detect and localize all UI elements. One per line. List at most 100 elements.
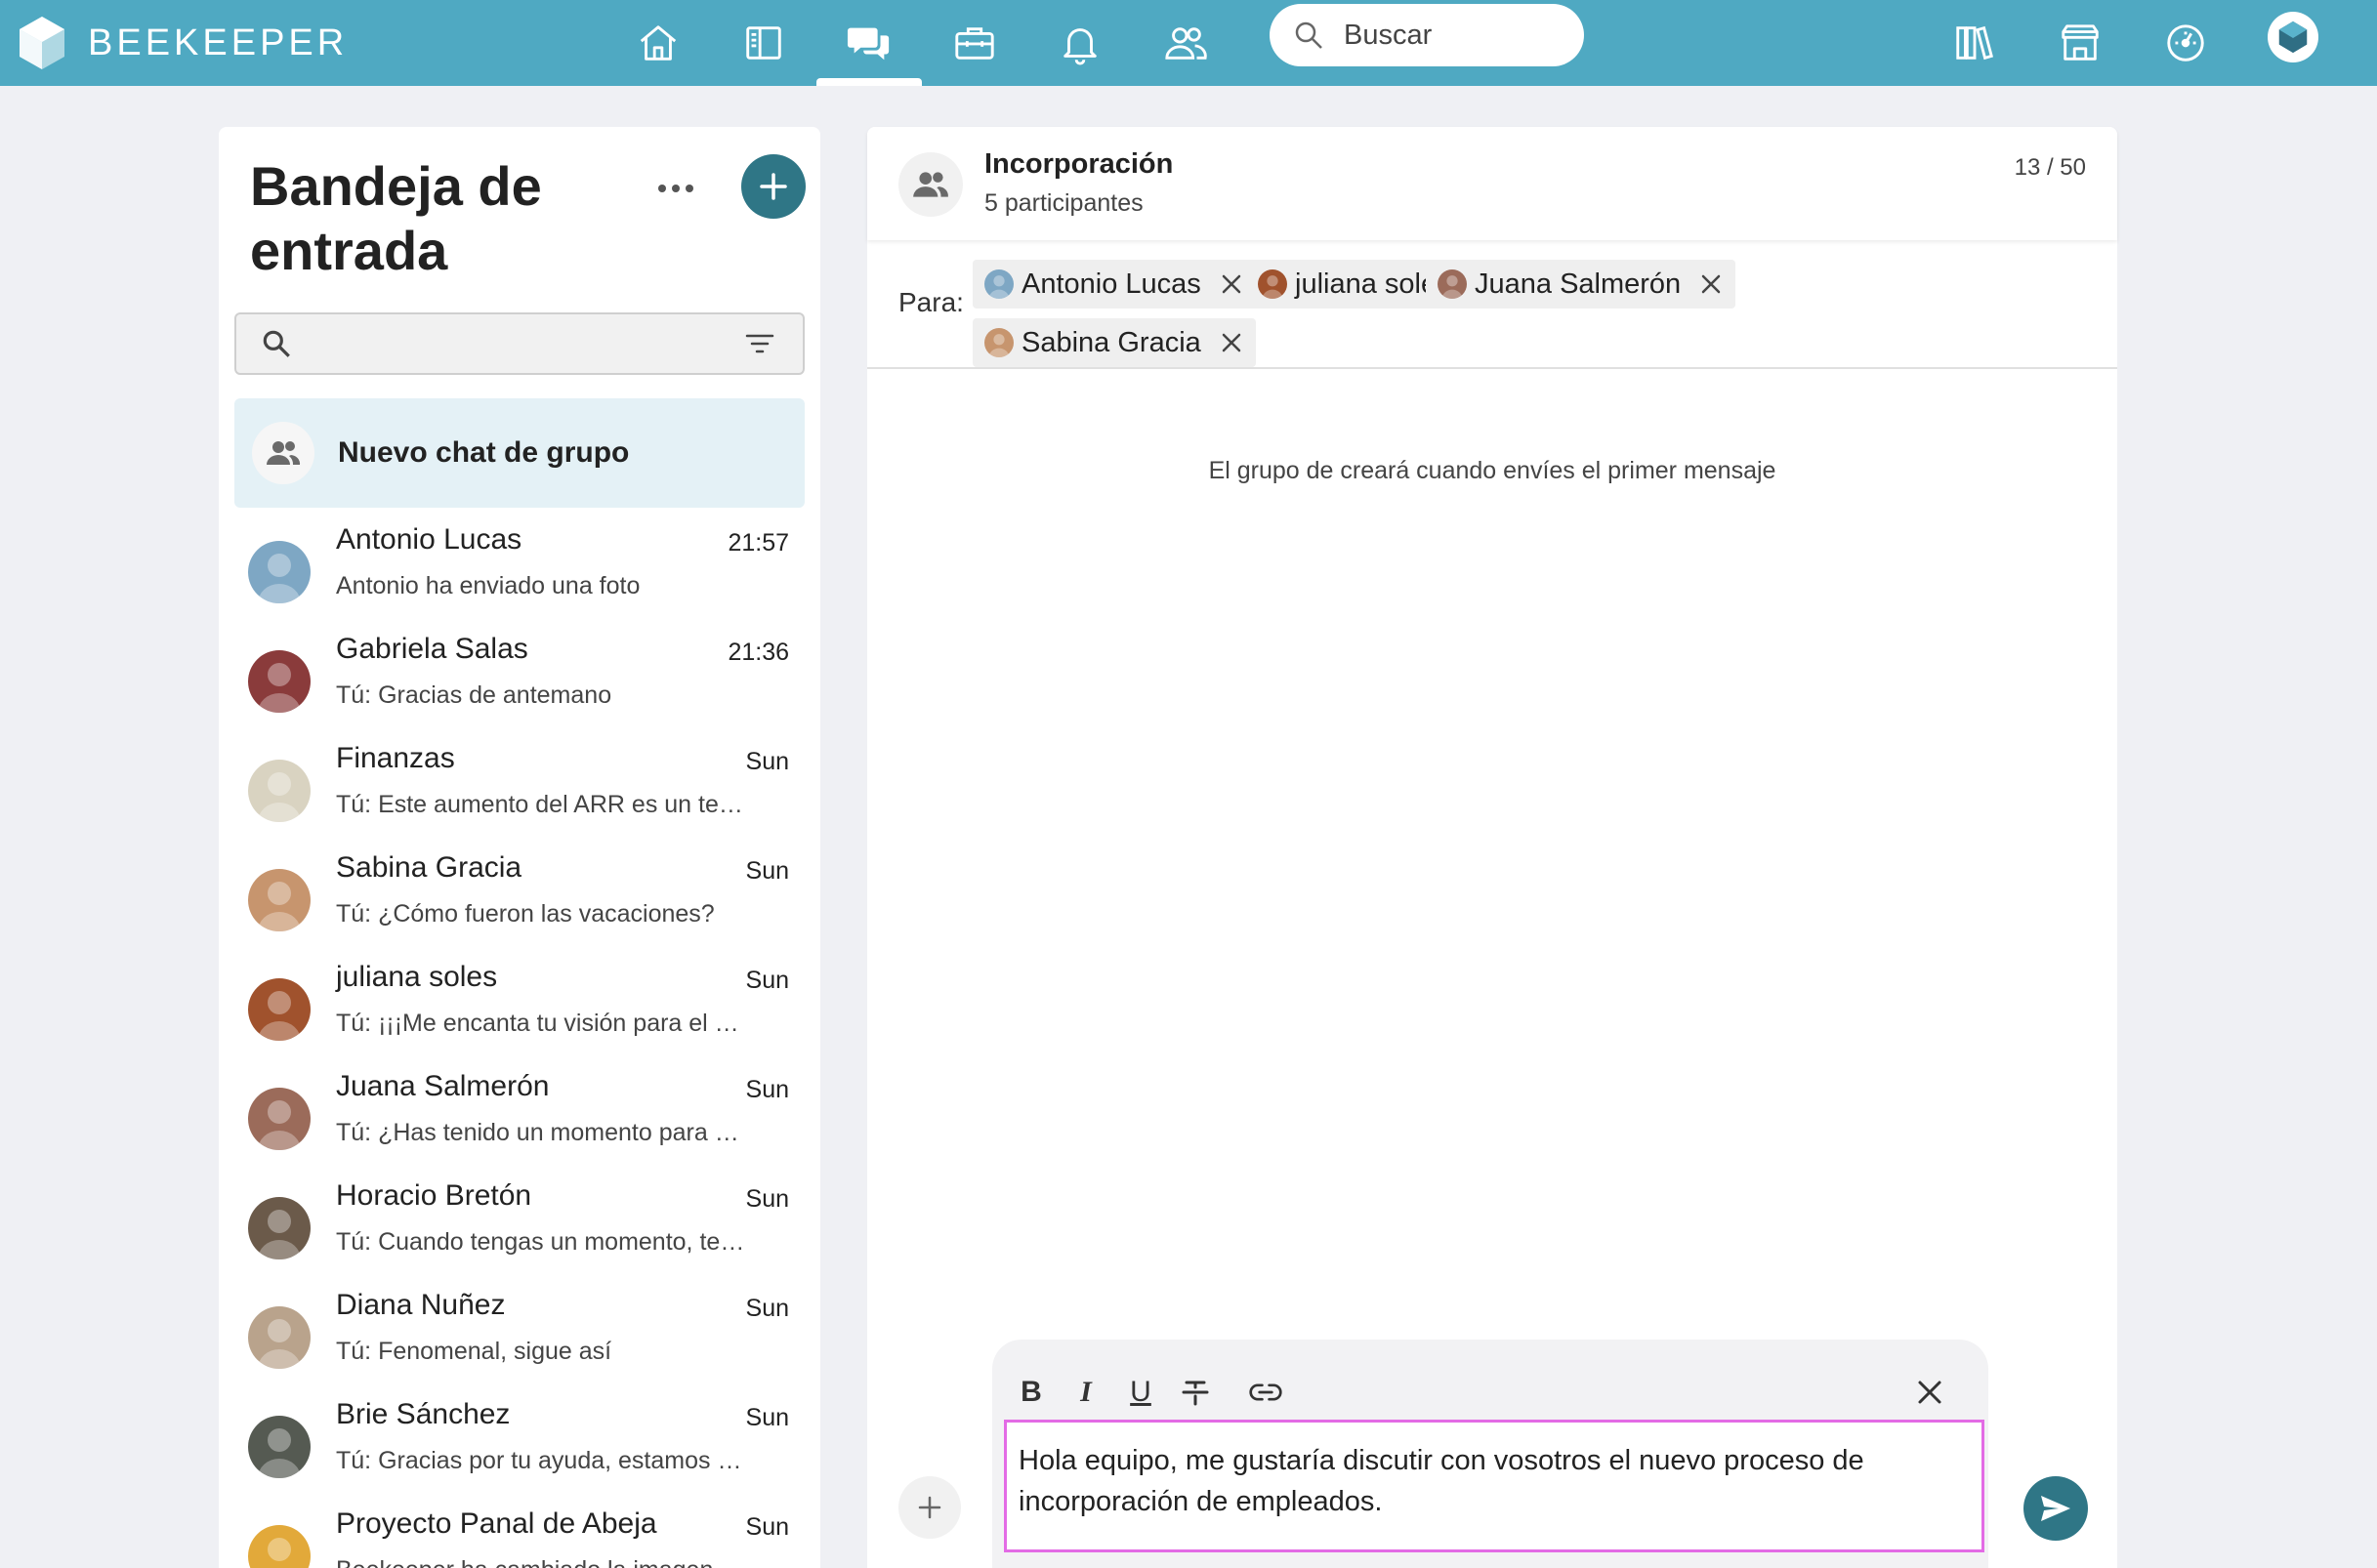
chat-preview: Tú: Gracias por tu ayuda, estamos en con… — [336, 1447, 746, 1474]
recipient-chip[interactable]: Juana Salmerón — [1426, 260, 1736, 309]
dashboard-icon[interactable] — [2156, 14, 2215, 72]
avatar — [248, 1197, 311, 1259]
plus-icon — [760, 173, 787, 200]
chat-list-item[interactable]: Antonio Lucas 21:57 Antonio ha enviado una… — [234, 516, 805, 625]
participant-count: 5 participantes — [984, 189, 1144, 217]
chat-name: Brie Sánchez — [336, 1398, 511, 1430]
stream-icon[interactable] — [734, 14, 793, 72]
chat-preview: Tú: ¿Has tenido un momento para revisar — [336, 1119, 746, 1146]
chat-name: Finanzas — [336, 742, 455, 774]
avatar — [248, 1525, 311, 1568]
italic-button[interactable]: I — [1066, 1373, 1105, 1412]
recipient-name: Juana Salmerón — [1475, 268, 1682, 300]
global-search[interactable] — [1270, 4, 1584, 66]
group-creation-info: El grupo de creará cuando envíes el prim… — [1208, 457, 1776, 484]
strikethrough-button[interactable] — [1176, 1373, 1215, 1412]
chat-name: Horacio Bretón — [336, 1179, 532, 1212]
people-icon[interactable] — [1156, 14, 1215, 72]
chat-time: 21:36 — [728, 639, 789, 666]
conversation-panel: Incorporación 5 participantes 13 / 50 Pa… — [867, 127, 2117, 1568]
chat-search-input[interactable] — [307, 328, 742, 359]
chat-preview: Tú: Fenomenal, sigue así — [336, 1338, 612, 1365]
close-icon — [1918, 1381, 1941, 1404]
conversation-header: Incorporación 5 participantes 13 / 50 — [867, 127, 2117, 240]
chat-preview: Tú: Este aumento del ARR es un testimoni… — [336, 791, 746, 818]
chat-list-item[interactable]: Proyecto Panal de Abeja Sun Beekeeper ha c… — [234, 1500, 805, 1568]
send-button[interactable] — [2023, 1476, 2088, 1541]
avatar — [248, 1306, 311, 1369]
search-icon — [263, 330, 290, 357]
chat-list-item[interactable]: Diana Nuñez Sun Tú: Fenomenal, sigue así — [234, 1281, 805, 1390]
recipients-row: Para: Antonio Lucas juliana soles Juana Sa… — [867, 240, 2117, 369]
send-icon — [2041, 1496, 2070, 1521]
remove-recipient-icon[interactable] — [1698, 271, 1724, 297]
chat-preview: Antonio ha enviado una foto — [336, 572, 641, 599]
title-char-counter: 13 / 50 — [2014, 154, 2086, 181]
group-icon — [898, 152, 963, 217]
group-icon — [252, 422, 314, 484]
remove-recipient-icon[interactable] — [1219, 271, 1244, 297]
chat-list-item[interactable]: Horacio Bretón Sun Tú: Cuando tengas un mo… — [234, 1172, 805, 1281]
chat-time: 21:57 — [728, 529, 789, 557]
avatar — [248, 1416, 311, 1478]
chat-name: Gabriela Salas — [336, 633, 528, 665]
tools-icon[interactable] — [945, 14, 1004, 72]
new-chat-button[interactable] — [741, 154, 806, 219]
avatar — [1258, 269, 1287, 299]
avatar — [248, 978, 311, 1041]
global-search-input[interactable] — [1344, 19, 1559, 52]
chat-search[interactable] — [234, 312, 805, 375]
chat-time: Sun — [745, 1404, 789, 1431]
recipient-chip[interactable]: Sabina Gracia — [973, 318, 1256, 367]
avatar — [248, 869, 311, 931]
avatar — [248, 650, 311, 713]
chat-name: juliana soles — [336, 961, 498, 993]
chat-name: Antonio Lucas — [336, 523, 522, 556]
chat-time: Sun — [745, 1295, 789, 1322]
chat-list-item[interactable]: Brie Sánchez Sun Tú: Gracias por tu ayuda,… — [234, 1390, 805, 1500]
home-icon[interactable] — [629, 14, 688, 72]
library-icon[interactable] — [1945, 14, 2004, 72]
chat-list-item[interactable]: Finanzas Sun Tú: Este aumento del ARR es u… — [234, 734, 805, 844]
chat-list-item[interactable]: juliana soles Sun Tú: ¡¡¡Me encanta tu vis… — [234, 953, 805, 1062]
chat-time: Sun — [745, 748, 789, 775]
chat-preview: Tú: Gracias de antemano — [336, 681, 612, 709]
chat-time: Sun — [745, 1076, 789, 1103]
bold-button[interactable]: B — [1012, 1373, 1051, 1412]
app-logo[interactable]: BEEKEEPER — [18, 8, 348, 78]
chat-preview: Tú: ¡¡¡Me encanta tu visión para el proy… — [336, 1010, 746, 1037]
notifications-icon[interactable] — [1051, 14, 1109, 72]
new-group-chat-label: Nuevo chat de grupo — [338, 436, 630, 469]
filter-icon[interactable] — [742, 326, 777, 361]
inbox-title: Bandeja de entrada — [250, 155, 542, 281]
chat-preview: Tú: ¿Cómo fueron las vacaciones? — [336, 900, 715, 928]
close-formatting-button[interactable] — [1910, 1373, 1949, 1412]
chat-preview: Tú: Cuando tengas un momento, te agradec… — [336, 1228, 746, 1256]
avatar — [1438, 269, 1467, 299]
chat-list-item[interactable]: Sabina Gracia Sun Tú: ¿Cómo fueron las vac… — [234, 844, 805, 953]
chat-list-item[interactable]: Gabriela Salas 21:36 Tú: Gracias de antema… — [234, 625, 805, 734]
recipient-name: Antonio Lucas — [1022, 268, 1201, 300]
link-button[interactable] — [1242, 1373, 1289, 1412]
attach-button[interactable] — [898, 1476, 961, 1539]
chat-list-item[interactable]: Juana Salmerón Sun Tú: ¿Has tenido un mome… — [234, 1062, 805, 1172]
inbox-panel: Bandeja de entrada Nuevo chat de grupo A… — [219, 127, 820, 1568]
chats-icon[interactable] — [840, 14, 898, 72]
active-tab-indicator — [816, 78, 922, 86]
recipient-chip[interactable]: Antonio Lucas — [973, 260, 1256, 309]
more-options-button[interactable] — [646, 174, 705, 203]
plus-icon — [918, 1496, 941, 1519]
user-avatar[interactable] — [2268, 12, 2318, 62]
store-icon[interactable] — [2051, 14, 2109, 72]
avatar — [984, 328, 1014, 357]
conversation-title[interactable]: Incorporación — [984, 148, 1173, 181]
avatar — [248, 760, 311, 822]
beekeeper-logo-icon — [20, 17, 64, 69]
new-group-chat-item[interactable]: Nuevo chat de grupo — [234, 398, 805, 508]
chat-list: Antonio Lucas 21:57 Antonio ha enviado una… — [234, 516, 805, 1568]
remove-recipient-icon[interactable] — [1219, 330, 1244, 355]
message-input[interactable]: Hola equipo, me gustaría discutir con vo… — [1004, 1420, 1984, 1552]
search-icon — [1295, 21, 1322, 49]
chat-time: Sun — [745, 1185, 789, 1213]
underline-button[interactable]: U — [1121, 1373, 1160, 1412]
